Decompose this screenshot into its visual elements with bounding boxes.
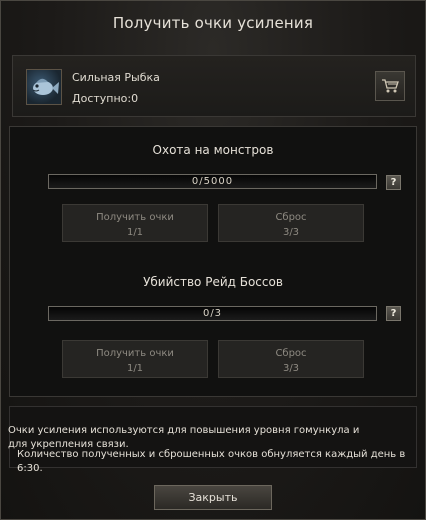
shop-cart-button[interactable]	[375, 71, 405, 101]
fish-icon	[26, 69, 62, 105]
progress-text: 0/5000	[191, 176, 234, 187]
reset-button-raid-boss[interactable]: Сброс 3/3	[218, 340, 364, 378]
availability-label: Доступно:	[72, 92, 132, 105]
get-points-button-monster-hunt[interactable]: Получить очки 1/1	[62, 204, 208, 242]
button-label: Сброс	[275, 348, 307, 359]
button-count: 3/3	[282, 363, 300, 374]
progress-bar-raid-boss: 0/3	[48, 306, 377, 321]
section-title-raid-boss: Убийство Рейд Боссов	[143, 275, 283, 289]
help-button-monster-hunt[interactable]: ?	[386, 175, 401, 190]
button-label: Сброс	[275, 212, 307, 223]
availability-value: 0	[131, 92, 139, 105]
button-count: 3/3	[282, 227, 300, 238]
item-availability: Доступно:0	[72, 92, 138, 105]
button-count: 1/1	[126, 363, 144, 374]
get-points-button-raid-boss[interactable]: Получить очки 1/1	[62, 340, 208, 378]
progress-text: 0/3	[202, 308, 223, 319]
item-name: Сильная Рыбка	[72, 71, 160, 84]
reset-button-monster-hunt[interactable]: Сброс 3/3	[218, 204, 364, 242]
close-button[interactable]: Закрыть	[154, 485, 272, 510]
info-text-reset-time: Количество полученных и сброшенных очков…	[17, 449, 406, 474]
progress-bar-monster-hunt: 0/5000	[48, 174, 377, 189]
item-panel: Сильная Рыбка Доступно:0	[12, 55, 416, 117]
button-label: Получить очки	[96, 212, 174, 223]
button-count: 1/1	[126, 227, 144, 238]
section-title-monster-hunt: Охота на монстров	[152, 143, 274, 157]
dialog-title: Получить очки усиления	[112, 14, 314, 32]
help-button-raid-boss[interactable]: ?	[386, 306, 401, 321]
button-label: Получить очки	[96, 348, 174, 359]
